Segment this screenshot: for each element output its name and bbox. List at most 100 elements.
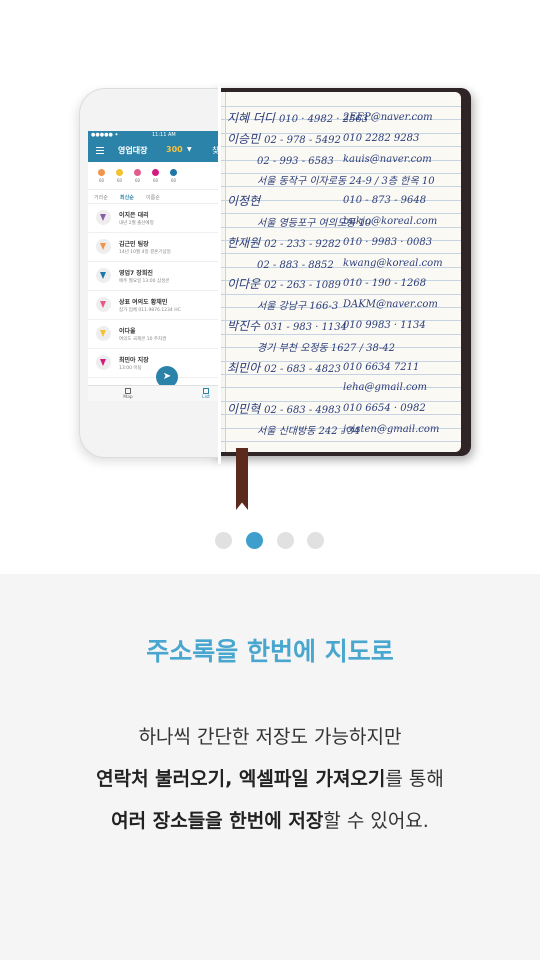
description-emphasis: 연락처 불러오기, 엑셀파일 가져오기	[96, 768, 386, 790]
color-filter-dot[interactable]	[134, 169, 141, 176]
handwritten-entry: 이다운 02 - 263 - 1089 010 - 190 - 1268	[227, 278, 457, 292]
handwritten-entry: 이민혁 02 - 683 - 4983 010 6654 · 0982	[227, 403, 457, 417]
list-item[interactable]: 영업7 장희진매주 월요일 13:00 삼성콘	[88, 262, 219, 291]
handwritten-name: 한재원	[227, 235, 261, 250]
notebook-image: 지혜 더디 010 · 4982 · 2563 2EEP@naver.com 이승민 0…	[205, 88, 471, 510]
handwritten-entry: 서울 강남구 166-3 DAKM@naver.com	[227, 299, 457, 313]
handwritten-name: 최민아	[227, 360, 261, 375]
color-filter-row: 60 60 60 60 60	[88, 162, 219, 190]
map-pin-icon	[96, 268, 111, 283]
contact-count: 300	[166, 145, 183, 154]
handwritten-entry: 서울 동작구 이자로동 24-9 / 3층 한옥 10	[227, 174, 457, 188]
hero-illustration: 지혜 더디 010 · 4982 · 2563 2EEP@naver.com 이승민 0…	[0, 0, 540, 574]
handwritten-detail: 031 - 983 · 1134	[264, 322, 348, 333]
page-dot-3[interactable]	[277, 532, 294, 549]
color-filter-dot[interactable]	[116, 169, 123, 176]
description-text: 하나씩 간단한 저장도 가능하지만	[138, 726, 402, 748]
list-item-name: 이다울	[119, 328, 136, 335]
color-filter-dot[interactable]	[98, 169, 105, 176]
list-item[interactable]: 김근민 팀장 14년 10월 4일 결혼기념일	[88, 233, 219, 262]
sort-tab-latest[interactable]: 최신순	[120, 194, 134, 201]
handwritten-contact: joisten@gmail.com	[343, 424, 440, 435]
tab-map-label: Map	[123, 395, 133, 400]
list-item[interactable]: 이지은 대리 내년 2월 출산예정	[88, 204, 219, 233]
handwritten-detail: 02 - 993 - 6583	[257, 155, 334, 167]
list-item-name: 최민아 지장	[119, 357, 149, 364]
handwritten-detail: 02 - 233 - 9282	[264, 238, 341, 250]
list-item[interactable]: 상표 여의도 황채민참가 업체 011.9876.1234 HC	[88, 291, 219, 320]
handwritten-entry: 서울 신대방동 242 - 34 joisten@gmail.com	[227, 424, 457, 438]
handwritten-contact: 010 - 873 - 9648	[343, 195, 427, 207]
handwritten-contact: bukjo@koreal.com	[343, 216, 438, 227]
description-line-1: 하나씩 간단한 저장도 가능하지만	[0, 722, 540, 749]
app-title: 영업대장	[118, 146, 148, 155]
map-pin-icon	[96, 297, 111, 312]
handwritten-contact: DAKM@naver.com	[343, 299, 438, 311]
handwritten-detail: 서울 강남구 166-3	[257, 301, 339, 313]
tab-list[interactable]: List	[200, 388, 212, 400]
list-item-name: 김근민 팀장	[119, 241, 149, 248]
handwritten-entry: 02 - 993 - 6583 kauis@naver.com	[227, 154, 457, 168]
tab-map[interactable]: Map	[122, 388, 134, 400]
description-line-3: 여러 장소들을 한번에 저장할 수 있어요.	[0, 806, 540, 833]
page-dot-2[interactable]	[246, 532, 263, 549]
hamburger-menu-icon[interactable]	[96, 147, 104, 154]
handwritten-detail: 02 - 263 - 1089	[264, 280, 341, 292]
map-pin-icon	[96, 210, 111, 225]
list-item[interactable]: 이다울여의도 국제콘 10 주차권	[88, 320, 219, 349]
handwritten-name: 지혜 더디	[227, 111, 275, 125]
handwritten-contact: 010 9983 · 1134	[343, 320, 426, 331]
list-item-name: 상표 여의도 황채민	[119, 299, 168, 306]
notebook-rule-line	[211, 253, 461, 255]
page-dot-1[interactable]	[215, 532, 232, 549]
phone-top-bezel	[80, 89, 219, 129]
handwritten-entry: leha@gmail.com	[227, 382, 457, 396]
carrier-signal: ●●●●● ✦	[91, 132, 119, 138]
list-item-memo: 여의도 국제콘 10 주차권	[119, 337, 167, 342]
color-filter-count: 60	[116, 178, 123, 183]
color-filter-count: 60	[170, 178, 177, 183]
handwritten-contact: kauis@naver.com	[343, 153, 432, 165]
handwritten-entry: 이정현 010 - 873 - 9648	[227, 195, 457, 209]
phone-screen: ●●●●● ✦ 11:11 AM 영업대장 300 ▼ 찾 60 60 60 60 60…	[88, 131, 219, 401]
color-filter-dot[interactable]	[152, 169, 159, 176]
list-item-name: 영업7 장희진	[119, 270, 153, 277]
handwritten-contact: leha@gmail.com	[343, 382, 428, 394]
page-indicator	[215, 532, 325, 550]
map-pin-icon	[96, 355, 111, 370]
list-item-name: 이지은 대리	[119, 212, 149, 219]
handwritten-contact: 010 - 190 - 1268	[343, 278, 427, 290]
sort-tab-distance[interactable]: 거리순	[94, 194, 108, 201]
list-item-memo: 14년 10월 4일 결혼기념일	[119, 250, 171, 255]
contact-list: 이지은 대리 내년 2월 출산예정김근민 팀장 14년 10월 4일 결혼기념일영업…	[88, 204, 219, 378]
handwritten-entry: 박진수 031 - 983 · 1134 010 9983 · 1134	[227, 320, 457, 334]
notebook-rule-line	[211, 213, 461, 215]
sort-tab-name[interactable]: 이름순	[146, 194, 160, 201]
handwritten-contact: 010 2282 9283	[343, 132, 420, 144]
chevron-down-icon[interactable]: ▼	[187, 146, 192, 153]
list-icon	[203, 388, 209, 394]
page-dot-4[interactable]	[307, 532, 324, 549]
list-item-memo: 13:00 미팅	[119, 366, 142, 371]
sort-tabs: 거리순 최신순 이름순	[88, 190, 219, 204]
list-item[interactable]: 최민아 지장 13:00 미팅	[88, 349, 219, 378]
handwritten-detail: 02 - 683 - 4983	[264, 405, 341, 417]
handwritten-entry: 한재원 02 - 233 - 9282 010 · 9983 · 0083	[227, 237, 457, 251]
map-pin-icon	[96, 326, 111, 341]
bookmark-ribbon	[236, 448, 248, 510]
handwritten-contact: 010 · 9983 · 0083	[343, 236, 433, 248]
notebook-rule-line	[211, 293, 461, 295]
color-filter-dot[interactable]	[170, 169, 177, 176]
handwritten-contact: 010 6654 · 0982	[343, 403, 426, 415]
phone-mockup: ●●●●● ✦ 11:11 AM 영업대장 300 ▼ 찾 60 60 60 60 60…	[79, 88, 219, 458]
handwritten-name: 박진수	[227, 319, 261, 333]
handwritten-detail: 02 - 978 - 5492	[264, 134, 341, 146]
handwritten-detail: 02 - 883 - 8852	[257, 259, 334, 271]
list-item-memo: 참가 업체 011.9876.1234 HC	[119, 308, 181, 313]
handwritten-contact: 2EEP@naver.com	[343, 112, 433, 123]
handwritten-name: 이정현	[227, 194, 261, 209]
handwritten-name: 이민혁	[227, 402, 261, 417]
handwritten-detail: 02 - 683 - 4823	[264, 363, 341, 375]
handwritten-entry: 이승민 02 - 978 - 5492 010 2282 9283	[227, 133, 457, 147]
list-item-memo: 매주 월요일 13:00 삼성콘	[119, 279, 170, 284]
